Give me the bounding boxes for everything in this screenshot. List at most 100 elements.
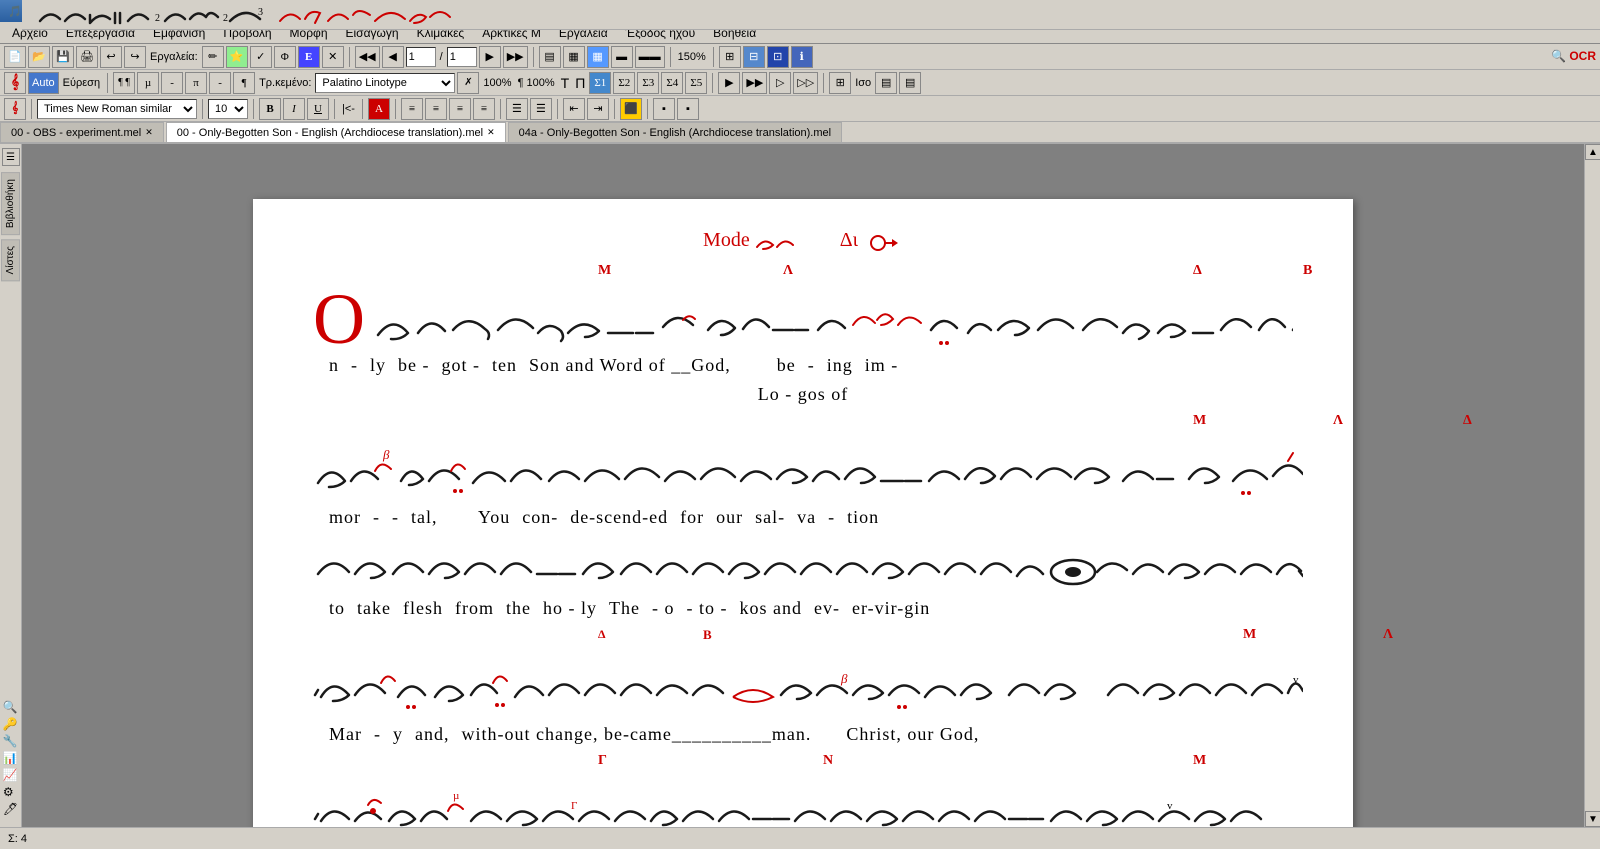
t2-zoom1[interactable]: ✗ [457,72,479,94]
iso-btn1[interactable]: ▤ [875,72,897,94]
svg-text:v: v [1167,800,1173,812]
word-tion: - [822,507,841,528]
redo-button[interactable]: ↪ [124,46,146,68]
t2-btn6[interactable]: ¶ [233,72,255,94]
bold-btn[interactable]: B [259,98,281,120]
underline-btn[interactable]: U [307,98,329,120]
word-tion2: tion [841,507,885,528]
tool-btn4[interactable]: Φ [274,46,296,68]
font-color-btn[interactable]: A [368,98,390,120]
info-btn[interactable]: ℹ [791,46,813,68]
tool-btn-x[interactable]: ✕ [322,46,344,68]
iso-btn2[interactable]: ▤ [899,72,921,94]
anno-M1: Μ [598,263,611,279]
t2-btn2[interactable]: µ [137,72,159,94]
tool-btn-e[interactable]: E [298,46,320,68]
sigma2-btn[interactable]: Σ2 [613,72,635,94]
sigma3-btn[interactable]: Σ3 [637,72,659,94]
section4: Δ Β Μ Λ [313,627,1293,745]
tool-btn3[interactable]: ✓ [250,46,272,68]
save-button[interactable]: 💾 [52,46,74,68]
sidebar-library[interactable]: Βιβλιοθήκη [1,172,20,235]
tab-main-close[interactable]: ✕ [487,127,495,138]
view-btn5[interactable]: ▬▬ [635,46,665,68]
content-area[interactable]: 2 2 3 Mode [22,144,1584,827]
view-btn2[interactable]: ▦ [563,46,585,68]
tab-main[interactable]: 00 - Only-Begotten Son - English (Archdi… [166,122,506,142]
tab-obs-close[interactable]: ✕ [145,127,153,138]
sidebar-tool3[interactable]: 🔧 [3,734,18,749]
tool-btn1[interactable]: ✏ [202,46,224,68]
sidebar-tool5[interactable]: 📈 [3,768,18,783]
page-number-input[interactable] [406,47,436,67]
indent-btn2[interactable]: ⇥ [587,98,609,120]
annotations-row2: Μ Λ Δ [313,413,1293,441]
page-total-input[interactable] [447,47,477,67]
undo-button[interactable]: ↩ [100,46,122,68]
sidebar-tool6[interactable]: ⚙ [3,785,18,800]
tab-obs[interactable]: 00 - OBS - experiment.mel ✕ [0,122,164,142]
align-center[interactable]: ≡ [425,98,447,120]
word-be: be - [392,355,435,376]
neumes-row4-svg: β v [313,655,1303,720]
play-btn2[interactable]: ▶▶ [742,72,767,94]
list-btn2[interactable]: ☰ [530,98,552,120]
indent-btn1[interactable]: ⇤ [563,98,585,120]
t2-zoom-label: 100% [481,77,513,89]
t3-extra2[interactable]: ▪ [677,98,699,120]
right-scrollbar[interactable]: ▲ ▼ [1584,144,1600,827]
new-button[interactable]: 📄 [4,46,26,68]
t2-btn5[interactable]: - [209,72,231,94]
zoom-btn1[interactable]: ⊞ [719,46,741,68]
sidebar-tool4[interactable]: 📊 [3,751,18,766]
sigma4-btn[interactable]: Σ4 [661,72,683,94]
t2-btn4[interactable]: π [185,72,207,94]
tab-04a[interactable]: 04a - Only-Begotten Son - English (Archd… [508,122,842,142]
sigma1-btn[interactable]: Σ1 [589,72,611,94]
word-de: de-scend-ed [564,507,674,528]
sidebar-lists[interactable]: Λίστες [1,239,20,281]
align-justify[interactable]: ≡ [473,98,495,120]
prev-page[interactable]: ◀◀ [355,46,380,68]
align-left[interactable]: ≡ [401,98,423,120]
italic-btn[interactable]: I [283,98,305,120]
align-right[interactable]: ≡ [449,98,471,120]
auto-btn[interactable]: Auto [28,72,59,94]
zoom-btn2[interactable]: ⊟ [743,46,765,68]
text-row1: n - ly be - got - ten Son and Word of __… [313,355,1293,376]
word-dash2: - [802,355,821,376]
sidebar-tool7[interactable]: 🖊 [3,802,18,817]
next-page[interactable]: ▶▶ [503,46,528,68]
sidebar-toggle[interactable]: ☰ [2,148,20,166]
play-btn4[interactable]: ▷▷ [793,72,818,94]
zoom-btn3[interactable]: ⊡ [767,46,789,68]
view-btn4[interactable]: ▬ [611,46,633,68]
tool-btn2[interactable]: ⭐ [226,46,248,68]
t3-icon[interactable]: 𝄞 [4,98,26,120]
play-btn1[interactable]: ▶ [718,72,740,94]
sidebar-tool1[interactable]: 🔍 [3,700,18,715]
font-select[interactable]: Palatino Linotype [315,73,455,93]
font-size-select[interactable]: 10 [208,99,248,119]
music-icon[interactable]: 𝄞 [4,72,26,94]
sidebar-tool2[interactable]: 🔑 [3,717,18,732]
list-btn1[interactable]: ☰ [506,98,528,120]
sigma5-btn[interactable]: Σ5 [685,72,707,94]
view-btn1[interactable]: ▤ [539,46,561,68]
open-button[interactable]: 📂 [28,46,50,68]
grid-btn[interactable]: ⊞ [829,72,851,94]
t2-btn1[interactable]: ¶ ¶ [113,72,135,94]
word-n: n [323,355,345,376]
font-name-select[interactable]: Times New Roman similar [37,99,197,119]
t2-btn3[interactable]: - [161,72,183,94]
view-btn3[interactable]: ▦ [587,46,609,68]
highlight-btn[interactable]: ⬛ [620,98,642,120]
prev-btn[interactable]: ◀ [382,46,404,68]
next-btn[interactable]: ▶ [479,46,501,68]
scroll-up-btn[interactable]: ▲ [1585,144,1600,160]
t3-extra1[interactable]: ▪ [653,98,675,120]
scroll-down-btn[interactable]: ▼ [1585,811,1600,827]
play-btn3[interactable]: ▷ [769,72,791,94]
annotations-row4: Δ Β Μ Λ [313,627,1293,655]
print-button[interactable]: 🖨 [76,46,98,68]
